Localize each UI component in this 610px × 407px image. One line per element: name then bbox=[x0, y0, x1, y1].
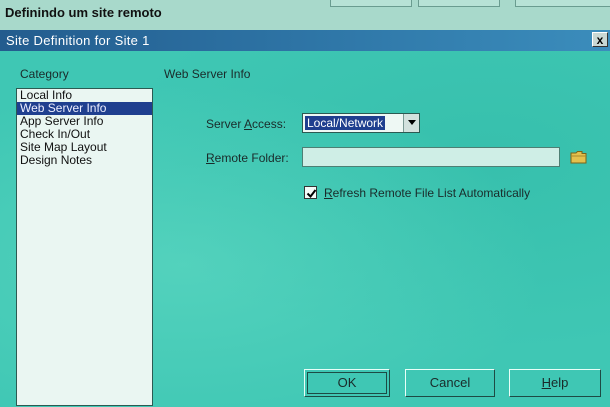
category-item-design-notes[interactable]: Design Notes bbox=[17, 154, 152, 167]
window-titlebar[interactable]: Site Definition for Site 1 x bbox=[0, 30, 610, 51]
remote-folder-label: Remote Folder: bbox=[206, 151, 289, 165]
window-title: Site Definition for Site 1 bbox=[6, 33, 150, 48]
site-definition-dialog: Category Web Server Info Local Info Web … bbox=[0, 51, 610, 407]
panel-heading: Web Server Info bbox=[164, 67, 251, 81]
server-access-label-key: A bbox=[244, 117, 253, 131]
page-heading: Definindo um site remoto bbox=[0, 0, 610, 30]
help-button-key: H bbox=[541, 375, 552, 390]
refresh-checkbox[interactable] bbox=[304, 186, 317, 199]
remote-folder-input[interactable] bbox=[302, 147, 560, 167]
check-icon bbox=[306, 189, 317, 199]
server-access-label-pre: Server bbox=[206, 117, 245, 131]
folder-icon[interactable] bbox=[570, 150, 587, 164]
top-tab-1 bbox=[330, 0, 412, 7]
ok-button[interactable]: OK bbox=[304, 369, 390, 397]
remote-folder-label-post: emote Folder: bbox=[214, 151, 289, 165]
help-button[interactable]: Help bbox=[509, 369, 601, 397]
chevron-down-icon[interactable] bbox=[403, 114, 419, 132]
category-label: Category bbox=[20, 67, 69, 81]
page-heading-text: Definindo um site remoto bbox=[5, 5, 162, 20]
close-button[interactable]: x bbox=[592, 32, 608, 47]
server-access-value: Local/Network bbox=[305, 116, 386, 130]
cancel-button[interactable]: Cancel bbox=[405, 369, 495, 397]
help-button-post: elp bbox=[551, 375, 569, 390]
top-tab-3 bbox=[515, 0, 610, 7]
server-access-label: Server Access: bbox=[206, 117, 286, 131]
remote-folder-label-key: R bbox=[206, 151, 215, 165]
server-access-select[interactable]: Local/Network bbox=[302, 113, 420, 133]
refresh-label-key: R bbox=[324, 186, 333, 200]
refresh-label[interactable]: Refresh Remote File List Automatically bbox=[324, 186, 530, 200]
close-icon: x bbox=[596, 33, 604, 47]
top-tab-2 bbox=[418, 0, 500, 7]
category-list[interactable]: Local Info Web Server Info App Server In… bbox=[16, 88, 153, 406]
refresh-label-post: efresh Remote File List Automatically bbox=[332, 186, 531, 200]
server-access-label-post: ccess: bbox=[252, 117, 287, 131]
